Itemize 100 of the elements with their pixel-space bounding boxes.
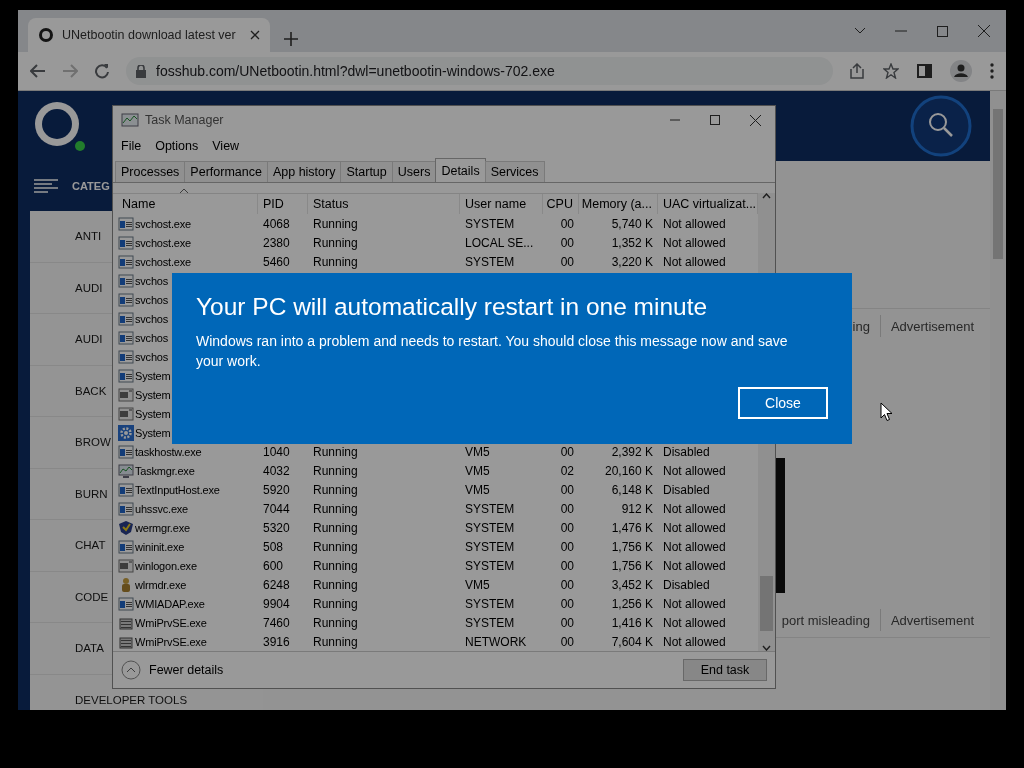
maximize-icon[interactable] <box>937 25 948 37</box>
menu-icon[interactable] <box>34 179 58 193</box>
process-name: System <box>135 388 171 401</box>
dialog-message: Windows ran into a problem and needs to restart. You should close this message now and save your work. <box>196 332 789 371</box>
column-header[interactable]: PID <box>258 194 308 214</box>
category-link[interactable]: AUDI <box>75 333 103 346</box>
menu-item[interactable]: View <box>212 139 240 153</box>
star-icon[interactable] <box>883 63 899 79</box>
table-cell-text: VM5 <box>464 577 491 592</box>
table-cell-text: 00 <box>559 482 575 497</box>
back-arrow-icon[interactable] <box>30 64 46 78</box>
search-icon[interactable] <box>910 95 972 157</box>
table-cell-text: 1,352 K <box>610 235 654 250</box>
close-icon[interactable] <box>978 25 990 37</box>
category-link[interactable]: DEVELOPER TOOLS <box>75 693 188 706</box>
address-bar[interactable]: fosshub.com/UNetbootin.html?dwl=unetbootin-windows-702.exe <box>126 57 833 85</box>
category-link[interactable]: BURN <box>75 487 108 500</box>
category-link[interactable]: AUDI <box>75 281 103 294</box>
tab[interactable]: Processes <box>115 161 186 182</box>
process-name: WmiPrvSE.exe <box>135 616 207 629</box>
profile-icon[interactable] <box>950 60 972 82</box>
tab[interactable]: Startup <box>340 161 393 182</box>
table-cell-text: 1,416 K <box>610 615 654 630</box>
scrollbar[interactable] <box>990 91 1006 710</box>
tab[interactable]: Details <box>435 158 486 182</box>
close-icon[interactable] <box>250 30 260 40</box>
process-name: WmiPrvSE.exe <box>135 635 207 648</box>
side-panel-icon[interactable] <box>917 64 932 78</box>
window-icon <box>118 538 134 555</box>
process-name: System <box>135 426 171 439</box>
table-cell-text: NETWORK <box>464 634 528 649</box>
process-name: taskhostw.exe <box>135 445 202 458</box>
table-cell-text: Not allowed <box>662 463 727 478</box>
table-cell-text: Not allowed <box>662 520 727 535</box>
browser-tab[interactable]: UNetbootin download latest ver <box>28 18 270 52</box>
tab[interactable]: Users <box>391 161 437 182</box>
table-cell-text: Running <box>312 254 359 269</box>
process-name: WMIADAP.exe <box>135 597 205 610</box>
share-icon[interactable] <box>849 63 865 79</box>
maximize-icon[interactable] <box>710 115 720 125</box>
table-cell-text: 6,148 K <box>610 482 654 497</box>
category-link[interactable]: CODE <box>75 590 109 603</box>
table-cell-text: 7,604 K <box>610 634 654 649</box>
chart-icon <box>121 112 139 128</box>
process-name: wininit.exe <box>135 540 185 553</box>
table-cell-text: Not allowed <box>662 254 727 269</box>
tab[interactable]: Services <box>484 161 545 182</box>
category-link[interactable]: BROW <box>75 436 111 449</box>
window-icon <box>118 272 134 289</box>
window-title: Task Manager <box>145 113 224 127</box>
close-button[interactable]: Close <box>738 387 828 419</box>
table-cell-text: Disabled <box>662 577 711 592</box>
table-cell-text: VM5 <box>464 482 491 497</box>
table-cell-text: 3,220 K <box>610 254 654 269</box>
end-task-button[interactable]: End task <box>683 659 767 681</box>
table-cell-text: 00 <box>559 558 575 573</box>
window-icon <box>118 405 134 422</box>
column-header[interactable]: Memory (a... <box>579 194 658 214</box>
tab[interactable]: Performance <box>184 161 268 182</box>
table-cell-text: Disabled <box>662 444 711 459</box>
shield-icon <box>118 519 134 536</box>
url-text: fosshub.com/UNetbootin.html?dwl=unetbootin-windows-702.exe <box>156 63 555 79</box>
category-link[interactable]: CHAT <box>75 539 106 552</box>
column-header[interactable]: User name <box>460 194 543 214</box>
table-cell-text: Running <box>312 596 359 611</box>
table-cell-text: Running <box>312 482 359 497</box>
menu-icon[interactable] <box>990 63 994 79</box>
mouse-cursor-icon <box>880 402 893 422</box>
process-name: svchos <box>135 331 169 344</box>
categories-heading: CATEG <box>72 180 110 192</box>
scroll-up-icon[interactable] <box>762 193 771 199</box>
menu-item[interactable]: File <box>121 139 142 153</box>
chevron-down-icon[interactable] <box>855 28 865 34</box>
fewer-details-button[interactable]: Fewer details <box>121 660 224 680</box>
process-name: System <box>135 369 171 382</box>
report-link[interactable]: ing <box>852 318 870 334</box>
tab[interactable]: App history <box>266 161 342 182</box>
new-tab-icon[interactable] <box>284 32 298 46</box>
window-icon <box>118 443 134 460</box>
report-link[interactable]: port misleading <box>781 612 870 628</box>
category-link[interactable]: BACK <box>75 384 107 397</box>
category-link[interactable]: DATA <box>75 642 104 655</box>
window-icon <box>118 367 134 384</box>
table-cell-text: Running <box>312 501 359 516</box>
close-icon[interactable] <box>750 114 761 126</box>
column-header[interactable]: Status <box>308 194 460 214</box>
lock-icon <box>136 64 146 78</box>
window-icon <box>118 310 134 327</box>
scrollbar-thumb[interactable] <box>993 109 1003 259</box>
table-cell-text: 00 <box>559 501 575 516</box>
column-header[interactable]: Name <box>117 194 258 214</box>
table-cell-text: 4068 <box>262 216 291 231</box>
reload-icon[interactable] <box>94 63 110 79</box>
menu-item[interactable]: Options <box>155 139 199 153</box>
scrollbar-thumb[interactable] <box>760 576 773 631</box>
category-link[interactable]: ANTI <box>75 230 102 243</box>
column-header[interactable]: CPU <box>543 194 579 214</box>
process-name: svchost.exe <box>135 217 191 230</box>
window-icon <box>118 595 134 612</box>
scroll-down-icon[interactable] <box>762 645 771 651</box>
